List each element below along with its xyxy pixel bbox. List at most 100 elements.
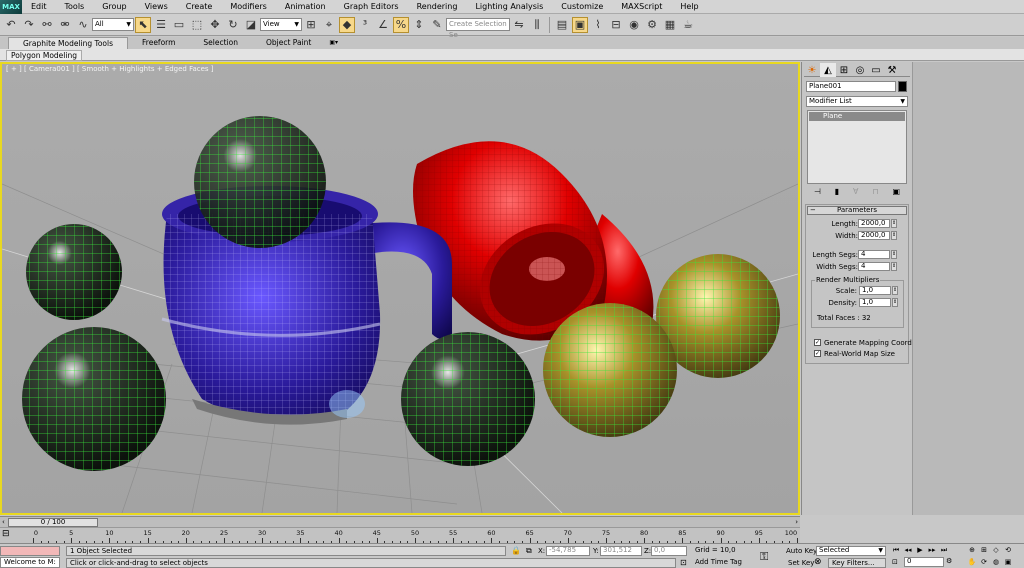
width-spinner-arrows[interactable]: ⇕ <box>891 231 897 240</box>
material-editor-icon[interactable]: ◉ <box>626 17 642 33</box>
menu-modifiers[interactable]: Modifiers <box>221 0 276 14</box>
time-slider-track[interactable]: ‹ 0 / 100 › <box>0 516 800 527</box>
arc-rotate-icon[interactable]: ◍ <box>990 557 1002 567</box>
menu-views[interactable]: Views <box>136 0 177 14</box>
maxscript-mini-listener[interactable]: Welcome to M: <box>0 557 60 568</box>
keyboard-shortcut-override-icon[interactable]: ◆ <box>339 16 355 33</box>
edit-named-selection-icon[interactable]: ✎ <box>429 17 445 33</box>
show-end-result-icon[interactable]: ▮ <box>835 187 839 199</box>
add-time-tag-button[interactable]: Add Time Tag <box>692 558 752 568</box>
goto-start-icon[interactable]: ⏮ <box>890 545 902 555</box>
select-rotate-icon[interactable]: ↻ <box>225 17 241 33</box>
maximize-viewport-icon[interactable]: ▣ <box>1002 557 1014 567</box>
tab-object-paint[interactable]: Object Paint <box>252 37 325 49</box>
maxscript-listener-pink[interactable] <box>0 546 60 556</box>
menu-tools[interactable]: Tools <box>56 0 94 14</box>
next-frame-icon[interactable]: ▸▸ <box>926 545 938 555</box>
align-icon[interactable]: ⫼ <box>529 17 545 33</box>
lock-selection-icon[interactable]: 🔒 <box>511 546 521 555</box>
pivot-center-icon[interactable]: ⊞ <box>303 17 319 33</box>
polygon-modeling-panel[interactable]: Polygon Modeling <box>6 50 82 61</box>
select-by-name-icon[interactable]: ☰ <box>153 17 169 33</box>
layer-manager-icon[interactable]: ▤ <box>554 17 570 33</box>
y-coordinate-field[interactable]: 301,512 <box>600 546 642 556</box>
fov-icon[interactable]: ◇ <box>990 545 1002 555</box>
play-icon[interactable]: ▶ <box>914 545 926 555</box>
orbit-icon[interactable]: ⟲ <box>1002 545 1014 555</box>
menu-edit[interactable]: Edit <box>22 0 56 14</box>
zoom-icon[interactable]: ⊕ <box>966 545 978 555</box>
x-coordinate-field[interactable]: -54,785 <box>546 546 590 556</box>
select-scale-icon[interactable]: ◪ <box>243 17 259 33</box>
object-name-field[interactable]: Plane001 <box>806 81 896 92</box>
make-unique-icon[interactable]: ∀ <box>853 187 858 199</box>
previous-frame-icon[interactable]: ◂◂ <box>902 545 914 555</box>
reference-coordinate-dropdown[interactable]: View ▼ <box>260 18 302 31</box>
width-segs-spinner[interactable]: 4 <box>858 262 890 271</box>
pan-icon[interactable]: ✋ <box>966 557 978 567</box>
modify-tab-icon[interactable]: ◭ <box>820 63 836 77</box>
length-segs-arrows[interactable]: ⇕ <box>891 250 897 259</box>
menu-graph-editors[interactable]: Graph Editors <box>335 0 408 14</box>
sphere-top[interactable] <box>194 116 326 248</box>
set-key-mode-icon[interactable]: ⚿ <box>760 550 768 564</box>
scale-spinner-arrows[interactable]: ⇕ <box>892 286 898 295</box>
graphite-toggle-icon[interactable]: ▣ <box>572 16 588 33</box>
parameters-rollout-header[interactable]: − Parameters <box>807 206 907 215</box>
menu-customize[interactable]: Customize <box>552 0 612 14</box>
key-filters-button[interactable]: Key Filters... <box>828 558 886 568</box>
set-key-button[interactable]: Set Key <box>788 559 814 567</box>
render-production-icon[interactable]: ☕ <box>680 17 696 33</box>
motion-tab-icon[interactable]: ◎ <box>852 63 868 77</box>
tab-freeform[interactable]: Freeform <box>128 37 189 49</box>
create-tab-icon[interactable]: ☀ <box>804 63 820 77</box>
camera-viewport[interactable]: [ + ] [ Camera001 ] [ Smooth + Highlight… <box>0 62 800 515</box>
menu-lighting-analysis[interactable]: Lighting Analysis <box>466 0 552 14</box>
bind-space-warp-icon[interactable]: ∿ <box>75 17 91 33</box>
auto-key-button[interactable]: Auto Key <box>786 547 817 555</box>
key-mode-toggle-icon[interactable]: ⊡ <box>892 558 898 566</box>
select-object-icon[interactable]: ⬉ <box>135 16 151 33</box>
object-color-swatch[interactable] <box>898 81 907 92</box>
menu-animation[interactable]: Animation <box>276 0 335 14</box>
sphere-left-upper[interactable] <box>26 224 122 320</box>
remove-modifier-icon[interactable]: ⊓ <box>872 187 878 199</box>
select-move-icon[interactable]: ✥ <box>207 17 223 33</box>
configure-modifier-sets-icon[interactable]: ▣ <box>892 187 900 199</box>
snaps-toggle-icon[interactable]: ³ <box>357 17 373 33</box>
ribbon-options-icon[interactable]: ▣▾ <box>325 37 342 49</box>
window-crossing-icon[interactable]: ⬚ <box>189 17 205 33</box>
mini-curve-editor-icon[interactable]: ⊟ <box>2 529 10 539</box>
walkthrough-icon[interactable]: ⟳ <box>978 557 990 567</box>
real-world-map-checkbox[interactable]: ✓ <box>814 350 821 357</box>
menu-help[interactable]: Help <box>671 0 707 14</box>
link-icon[interactable]: ⚯ <box>39 17 55 33</box>
zoom-all-icon[interactable]: ⊞ <box>978 545 990 555</box>
time-tag-icon[interactable]: ⊡ <box>680 558 687 567</box>
generate-mapping-checkbox[interactable]: ✓ <box>814 339 821 346</box>
length-spinner[interactable]: 2000,0 <box>858 219 890 228</box>
width-segs-arrows[interactable]: ⇕ <box>891 262 897 271</box>
pin-stack-icon[interactable]: ⊣ <box>814 187 821 199</box>
schematic-view-icon[interactable]: ⊟ <box>608 17 624 33</box>
absolute-mode-icon[interactable]: ⧉ <box>526 546 532 556</box>
display-tab-icon[interactable]: ▭ <box>868 63 884 77</box>
current-frame-field[interactable]: 0 <box>904 557 944 567</box>
rendered-frame-window-icon[interactable]: ▦ <box>662 17 678 33</box>
length-spinner-arrows[interactable]: ⇕ <box>891 219 897 228</box>
sphere-gold-center[interactable] <box>543 303 677 437</box>
menu-group[interactable]: Group <box>93 0 135 14</box>
render-setup-icon[interactable]: ⚙ <box>644 17 660 33</box>
width-spinner[interactable]: 2000,0 <box>858 231 890 240</box>
density-spinner-arrows[interactable]: ⇕ <box>892 298 898 307</box>
unlink-icon[interactable]: ⚮ <box>57 17 73 33</box>
scale-spinner[interactable]: 1,0 <box>859 286 891 295</box>
sphere-center[interactable] <box>401 332 535 466</box>
utilities-tab-icon[interactable]: ⚒ <box>884 63 900 77</box>
density-spinner[interactable]: 1,0 <box>859 298 891 307</box>
length-segs-spinner[interactable]: 4 <box>858 250 890 259</box>
key-selection-dropdown[interactable]: Selected ▼ <box>816 546 886 556</box>
tab-graphite-modeling-tools[interactable]: Graphite Modeling Tools <box>8 36 129 50</box>
spinner-snap-icon[interactable]: ⇕ <box>411 17 427 33</box>
selection-filter-dropdown[interactable]: All ▼ <box>92 18 134 31</box>
